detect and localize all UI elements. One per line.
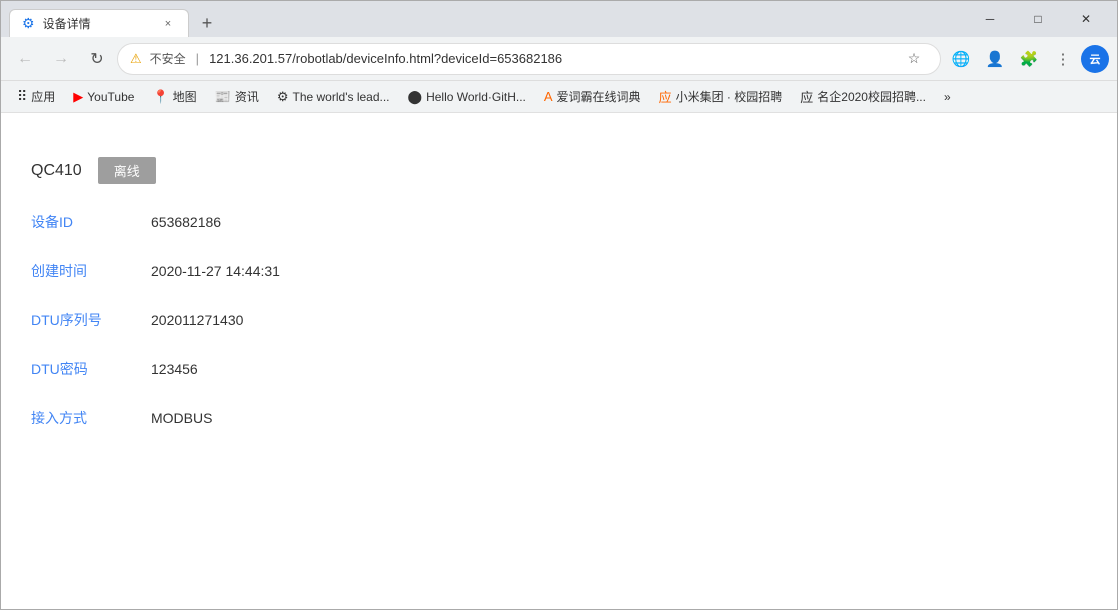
apps-label: 应用	[31, 88, 55, 105]
address-bar[interactable]: ⚠ 不安全 | 121.36.201.57/robotlab/deviceInf…	[117, 43, 941, 75]
globe1-button[interactable]: 🌐	[945, 43, 977, 75]
info-rows-container: 设备ID653682186创建时间2020-11-27 14:44:31DTU序…	[21, 198, 621, 443]
separator: |	[196, 51, 199, 66]
more-bookmarks-icon: »	[944, 90, 951, 104]
refresh-icon: ↻	[90, 49, 103, 69]
browser-actions: 🌐 👤 🧩 ⋮ 云	[945, 43, 1109, 75]
info-value: 123456	[151, 361, 198, 377]
bookmarks-bar: ⠿ 应用 ▶ YouTube 📍 地图 📰 资讯 ⚙ The world's l…	[1, 81, 1117, 113]
xiaomi-icon: 应	[659, 87, 672, 106]
back-button[interactable]: ←	[9, 43, 41, 75]
avatar-button[interactable]: 👤	[979, 43, 1011, 75]
url-text: 121.36.201.57/robotlab/deviceInfo.html?d…	[209, 51, 562, 66]
bookmark-youtube[interactable]: ▶ YouTube	[65, 85, 142, 109]
info-value: 202011271430	[151, 312, 243, 328]
extensions-icon: 🧩	[1020, 50, 1039, 68]
active-tab[interactable]: ⚙ 设备详情 ×	[9, 9, 189, 37]
back-icon: ←	[17, 50, 33, 68]
dict-icon: A	[544, 89, 553, 104]
bookmark-news[interactable]: 📰 资讯	[207, 84, 267, 109]
address-actions: ☆	[900, 45, 928, 73]
info-label: DTU密码	[31, 359, 151, 379]
bookmark-more[interactable]: »	[936, 86, 959, 108]
jobs-icon: 应	[800, 87, 813, 106]
extensions-button[interactable]: 🧩	[1013, 43, 1045, 75]
refresh-button[interactable]: ↻	[81, 43, 113, 75]
news-label: 资讯	[235, 88, 259, 105]
forward-icon: →	[53, 50, 69, 68]
tab-favicon: ⚙	[22, 15, 35, 32]
device-name: QC410	[31, 162, 82, 180]
github2-icon: ⬤	[408, 89, 423, 105]
maximize-button[interactable]: □	[1015, 3, 1061, 35]
device-name-row: QC410 离线	[21, 143, 621, 198]
profile-button[interactable]: 云	[1081, 45, 1109, 73]
info-label: DTU序列号	[31, 310, 151, 330]
apps-icon: ⠿	[17, 88, 27, 105]
browser-window: ⚙ 设备详情 × + ─ □ ✕ ← → ↻ ⚠ 不安全 | 121.36.20…	[0, 0, 1118, 610]
info-value: 653682186	[151, 214, 221, 230]
bookmark-github1[interactable]: ⚙ The world's lead...	[269, 85, 398, 109]
bookmark-apps[interactable]: ⠿ 应用	[9, 84, 63, 109]
youtube-label: YouTube	[87, 90, 134, 104]
tab-close-button[interactable]: ×	[160, 16, 176, 32]
bookmark-github2[interactable]: ⬤ Hello World·GitH...	[400, 85, 534, 109]
security-label: 不安全	[150, 50, 186, 67]
maps-icon: 📍	[152, 89, 168, 105]
info-label: 创建时间	[31, 261, 151, 281]
more-icon: ⋮	[1056, 50, 1071, 68]
device-info-table: QC410 离线 设备ID653682186创建时间2020-11-27 14:…	[21, 143, 621, 443]
info-row: 创建时间2020-11-27 14:44:31	[21, 247, 621, 296]
bookmark-dict[interactable]: A 爱词霸在线词典	[536, 84, 649, 109]
info-row: 接入方式MODBUS	[21, 394, 621, 443]
tab-title: 设备详情	[43, 15, 91, 32]
jobs-label: 名企2020校园招聘...	[817, 88, 926, 105]
forward-button[interactable]: →	[45, 43, 77, 75]
youtube-icon: ▶	[73, 89, 83, 105]
info-row: 设备ID653682186	[21, 198, 621, 247]
github1-icon: ⚙	[277, 89, 289, 105]
info-label: 设备ID	[31, 212, 151, 232]
info-row: DTU序列号202011271430	[21, 296, 621, 345]
page-content: QC410 离线 设备ID653682186创建时间2020-11-27 14:…	[1, 113, 1117, 609]
minimize-button[interactable]: ─	[967, 3, 1013, 35]
more-options-button[interactable]: ⋮	[1047, 43, 1079, 75]
toolbar: ← → ↻ ⚠ 不安全 | 121.36.201.57/robotlab/dev…	[1, 37, 1117, 81]
window-controls: ─ □ ✕	[967, 3, 1109, 35]
profile-label: 云	[1090, 51, 1101, 67]
bookmark-icon: ☆	[908, 50, 921, 67]
avatar-icon: 👤	[986, 50, 1005, 68]
github1-label: The world's lead...	[293, 90, 390, 104]
info-value: MODBUS	[151, 410, 212, 426]
bookmark-jobs[interactable]: 应 名企2020校园招聘...	[792, 83, 934, 110]
close-button[interactable]: ✕	[1063, 3, 1109, 35]
status-badge: 离线	[98, 157, 156, 184]
bookmark-maps[interactable]: 📍 地图	[144, 84, 204, 109]
xiaomi-label: 小米集团 · 校园招聘	[676, 88, 783, 105]
globe1-icon: 🌐	[952, 50, 971, 68]
bookmark-xiaomi[interactable]: 应 小米集团 · 校园招聘	[651, 83, 791, 110]
bookmark-button[interactable]: ☆	[900, 45, 928, 73]
title-bar: ⚙ 设备详情 × + ─ □ ✕	[1, 1, 1117, 37]
dict-label: 爱词霸在线词典	[557, 88, 641, 105]
github2-label: Hello World·GitH...	[426, 90, 526, 104]
new-tab-button[interactable]: +	[193, 9, 221, 37]
info-row: DTU密码123456	[21, 345, 621, 394]
tab-strip: ⚙ 设备详情 × +	[9, 1, 967, 37]
info-label: 接入方式	[31, 408, 151, 428]
security-warning-icon: ⚠	[130, 51, 142, 67]
info-value: 2020-11-27 14:44:31	[151, 263, 280, 279]
news-icon: 📰	[215, 89, 231, 105]
maps-label: 地图	[173, 88, 197, 105]
